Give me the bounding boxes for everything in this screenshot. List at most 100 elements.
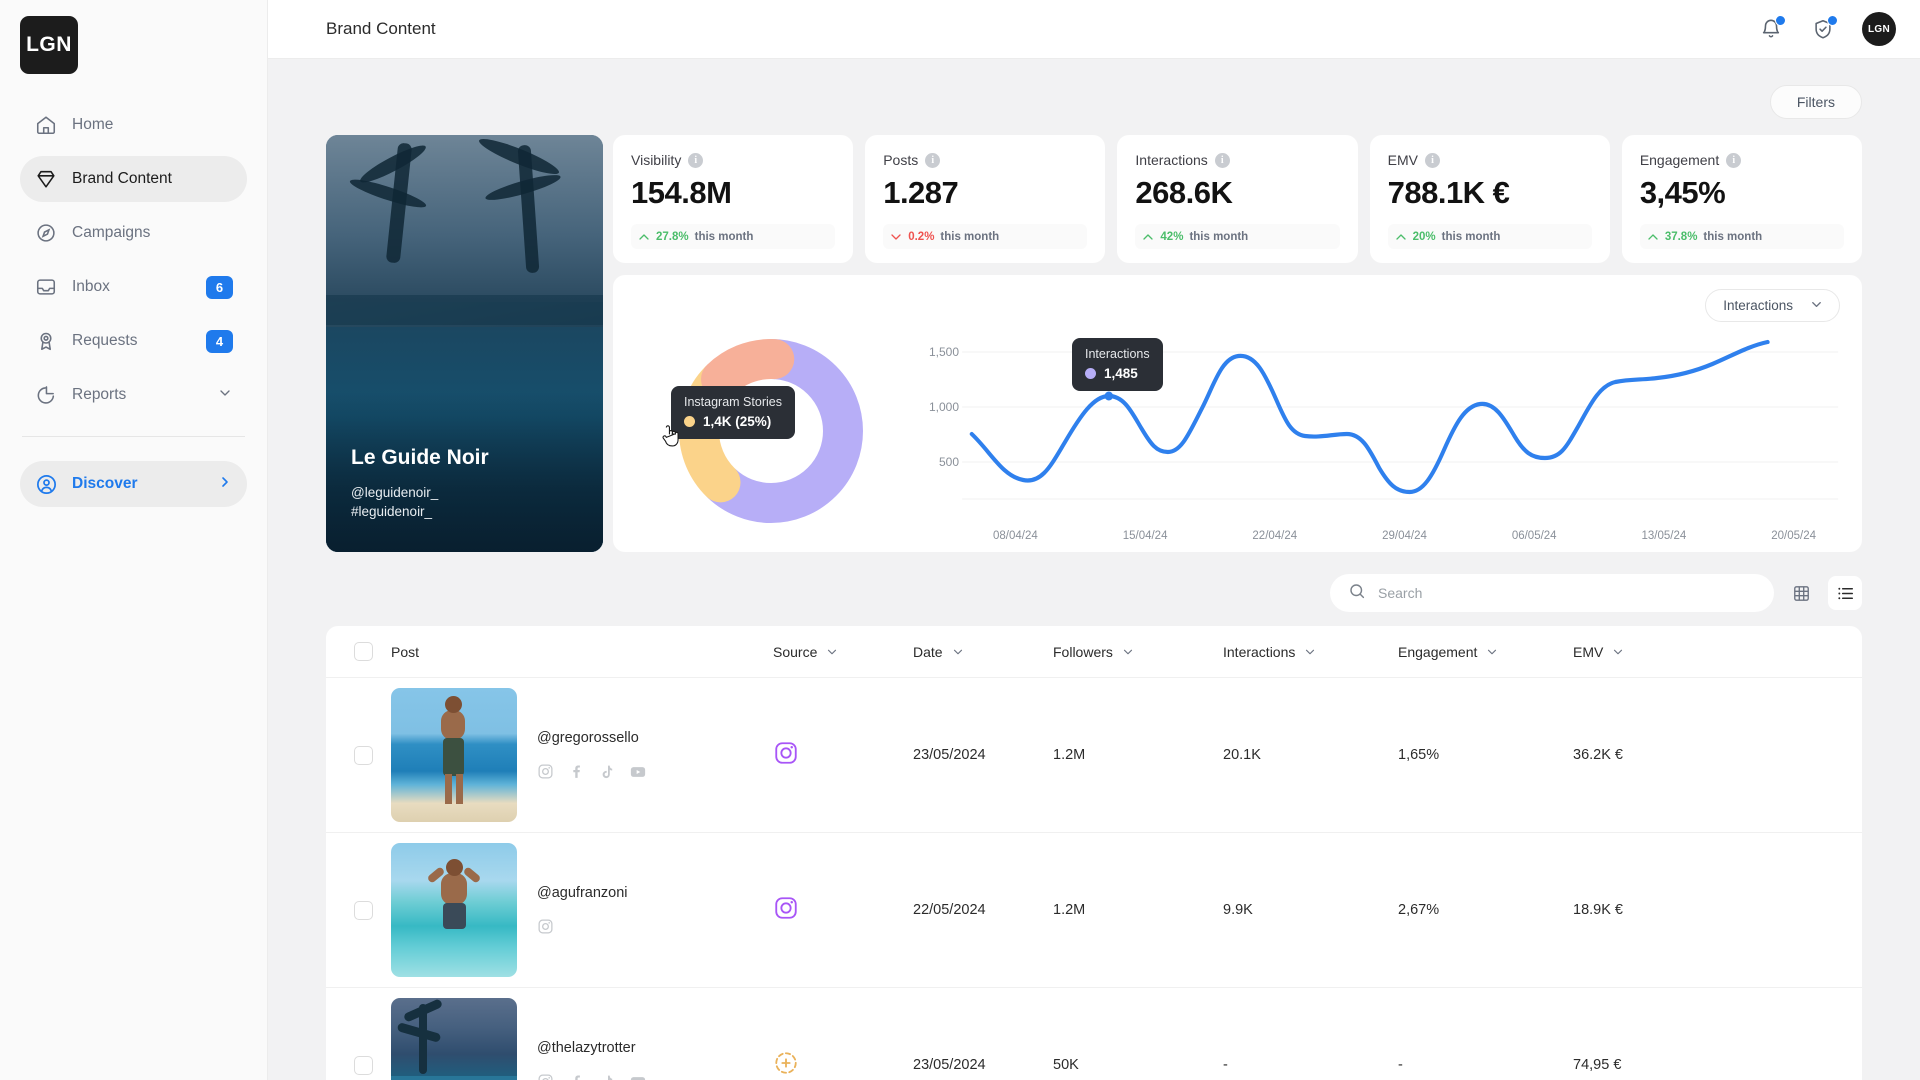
info-icon[interactable]: i <box>1425 153 1440 168</box>
instagram-story-icon <box>773 1050 799 1076</box>
brand-card-text: Le Guide Noir @leguidenoir_ #leguidenoir… <box>351 446 489 522</box>
post-handle[interactable]: @gregorossello <box>537 730 647 746</box>
chevron-down-icon <box>1809 297 1824 315</box>
chevron-down-icon <box>951 645 965 659</box>
sidebar-item-label: Requests <box>72 332 137 350</box>
sidebar-item-home[interactable]: Home <box>20 102 247 148</box>
info-icon[interactable]: i <box>925 153 940 168</box>
select-all-checkbox[interactable] <box>354 642 373 661</box>
sidebar-item-discover[interactable]: Discover <box>20 461 247 507</box>
sidebar-item-label: Inbox <box>72 278 110 296</box>
row-checkbox[interactable] <box>354 746 373 765</box>
post-thumbnail[interactable] <box>391 998 517 1080</box>
column-label: Post <box>391 644 419 660</box>
metric-select-row: Interactions <box>635 289 1840 322</box>
column-header-date[interactable]: Date <box>913 644 1053 660</box>
info-icon[interactable]: i <box>1215 153 1230 168</box>
search-box[interactable] <box>1330 574 1774 612</box>
kpi-label: Posts <box>883 152 918 168</box>
info-icon[interactable]: i <box>688 153 703 168</box>
trend-up-icon <box>1142 231 1154 243</box>
metric-select[interactable]: Interactions <box>1705 289 1840 322</box>
chevron-right-icon[interactable] <box>217 474 233 495</box>
interactions-cell: - <box>1223 1057 1398 1073</box>
app-root: LGN Home Brand Content Campaigns <box>0 0 1920 1080</box>
sidebar-item-reports[interactable]: Reports <box>20 372 247 418</box>
kpi-delta: 27.8% this month <box>631 224 835 249</box>
row-checkbox[interactable] <box>354 901 373 920</box>
tooltip-row: 1,4K (25%) <box>684 414 782 429</box>
kpi-label: Engagement <box>1640 152 1719 168</box>
filters-row: Filters <box>326 59 1862 135</box>
kpi-value: 154.8M <box>631 175 835 211</box>
table-row[interactable]: @thelazytrotter 23/05/2024 <box>326 988 1862 1080</box>
kpi-header: Interactions i <box>1135 152 1339 168</box>
post-thumbnail[interactable] <box>391 843 517 977</box>
x-tick-label: 20/05/24 <box>1771 530 1816 542</box>
kpi-card-visibility: Visibility i 154.8M 27.8% this month <box>613 135 853 263</box>
kpi-delta-value: 37.8% <box>1665 231 1698 243</box>
column-header-engagement[interactable]: Engagement <box>1398 644 1573 660</box>
grid-view-icon <box>1792 584 1811 603</box>
sidebar-item-label: Brand Content <box>72 170 172 188</box>
kpi-label: Visibility <box>631 152 681 168</box>
line-chart[interactable]: 1,500 1,000 500 08/04/24 15/04/24 22/04/… <box>907 324 1840 538</box>
column-header-followers[interactable]: Followers <box>1053 644 1223 660</box>
filters-button[interactable]: Filters <box>1770 85 1862 119</box>
table-row[interactable]: @agufranzoni 22/05/2024 1.2M 9.9K 2,67% … <box>326 833 1862 988</box>
instagram-icon <box>537 918 554 935</box>
kpi-header: Engagement i <box>1640 152 1844 168</box>
column-label: Date <box>913 644 943 660</box>
chevron-down-icon[interactable] <box>217 385 233 406</box>
kpi-value: 788.1K € <box>1388 175 1592 211</box>
sidebar-item-inbox[interactable]: Inbox 6 <box>20 264 247 310</box>
brand-card[interactable]: Le Guide Noir @leguidenoir_ #leguidenoir… <box>326 135 603 552</box>
column-label: Interactions <box>1223 644 1295 660</box>
chevron-down-icon <box>1611 645 1625 659</box>
followers-cell: 1.2M <box>1053 902 1223 918</box>
trend-up-icon <box>1395 231 1407 243</box>
tooltip-value: 1,485 <box>1104 366 1138 381</box>
table-row[interactable]: @gregorossello 23/05/2024 <box>326 678 1862 833</box>
engagement-cell: 2,67% <box>1398 902 1573 918</box>
post-handle[interactable]: @thelazytrotter <box>537 1040 647 1056</box>
kpi-value: 268.6K <box>1135 175 1339 211</box>
info-icon[interactable]: i <box>1726 153 1741 168</box>
posts-table: Post Source Date Followers <box>326 626 1862 1080</box>
donut-chart[interactable]: Instagram Stories 1,4K (25%) <box>635 324 907 538</box>
app-logo[interactable]: LGN <box>20 16 78 74</box>
chevron-down-icon <box>1485 645 1499 659</box>
tooltip-title: Interactions <box>1085 347 1150 361</box>
kpi-delta-value: 0.2% <box>908 231 934 243</box>
search-input[interactable] <box>1378 585 1756 601</box>
donut-tooltip: Instagram Stories 1,4K (25%) <box>671 386 795 439</box>
list-view-button[interactable] <box>1828 576 1862 610</box>
column-header-source[interactable]: Source <box>773 644 913 660</box>
kpi-value: 3,45% <box>1640 175 1844 211</box>
kpi-delta: 42% this month <box>1135 224 1339 249</box>
avatar[interactable]: LGN <box>1862 12 1896 46</box>
tooltip-title: Instagram Stories <box>684 395 782 409</box>
grid-view-button[interactable] <box>1784 576 1818 610</box>
chevron-down-icon <box>1303 645 1317 659</box>
sidebar-item-campaigns[interactable]: Campaigns <box>20 210 247 256</box>
post-socials <box>537 1073 647 1080</box>
column-header-emv[interactable]: EMV <box>1573 644 1723 660</box>
column-header-interactions[interactable]: Interactions <box>1223 644 1398 660</box>
x-tick-label: 15/04/24 <box>1123 530 1168 542</box>
sidebar-item-requests[interactable]: Requests 4 <box>20 318 247 364</box>
shield-check-button[interactable] <box>1810 16 1836 42</box>
kpi-delta-value: 42% <box>1160 231 1183 243</box>
emv-cell: 36.2K € <box>1573 747 1723 763</box>
mouse-cursor-icon <box>659 424 681 455</box>
row-checkbox[interactable] <box>354 1056 373 1075</box>
post-handle[interactable]: @agufranzoni <box>537 885 628 901</box>
post-thumbnail[interactable] <box>391 688 517 822</box>
youtube-icon <box>629 763 647 781</box>
home-icon <box>34 113 58 137</box>
tooltip-value: 1,4K (25%) <box>703 414 771 429</box>
sidebar-divider <box>22 436 245 437</box>
sidebar-item-brand-content[interactable]: Brand Content <box>20 156 247 202</box>
post-socials <box>537 918 628 935</box>
notifications-button[interactable] <box>1758 16 1784 42</box>
